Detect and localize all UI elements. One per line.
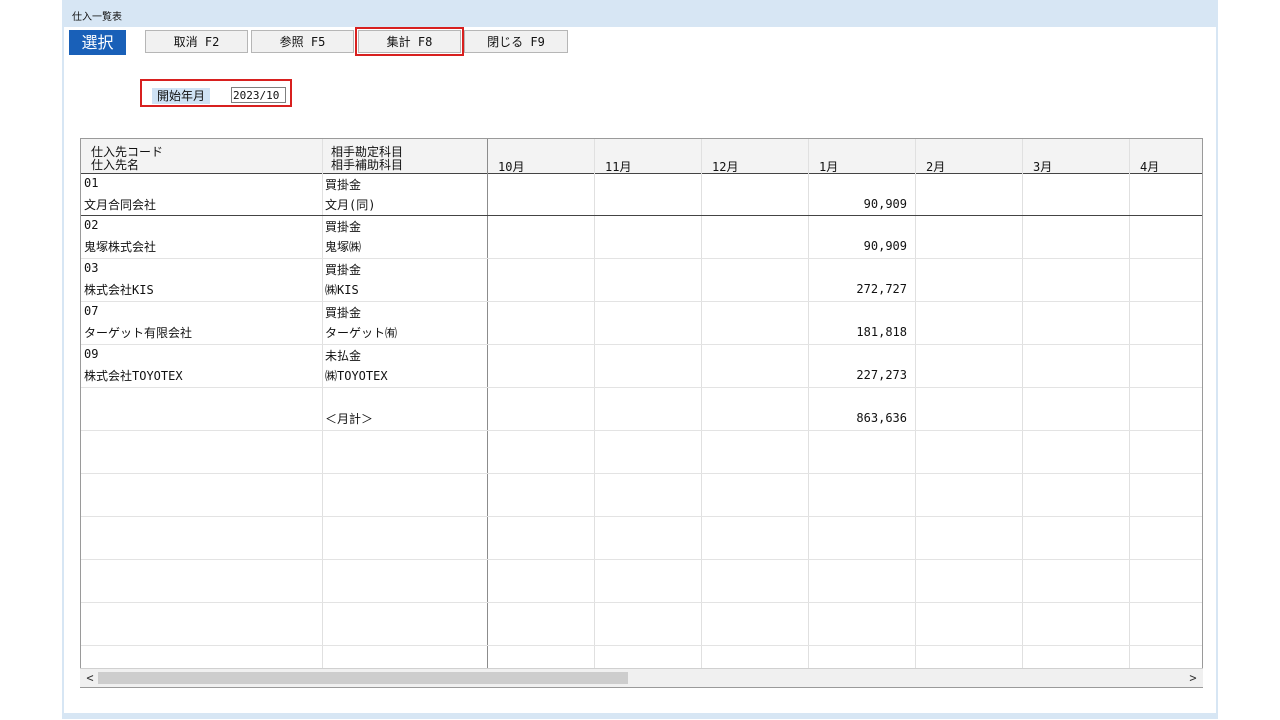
supplier-name: ターゲット有限会社 — [84, 326, 193, 340]
start-month-input[interactable]: 2023/10 — [231, 87, 286, 103]
table-header: 仕入先コード 仕入先名 相手勘定科目 相手補助科目 10月 11月 12月 1月… — [81, 139, 1202, 174]
sub-account-name: 鬼塚㈱ — [325, 240, 362, 254]
header-month-11: 11月 — [605, 160, 632, 174]
scrollbar-thumb[interactable] — [98, 672, 628, 684]
purchase-table: 仕入先コード 仕入先名 相手勘定科目 相手補助科目 10月 11月 12月 1月… — [80, 138, 1203, 688]
supplier-code: 03 — [84, 261, 99, 275]
cancel-button[interactable]: 取消 F2 — [145, 30, 248, 53]
month-amount: 90,909 — [863, 197, 907, 211]
account-name: 買掛金 — [325, 220, 362, 234]
table-row[interactable] — [81, 431, 1202, 474]
table-body: 01 文月合同会社 買掛金 文月(同) 90,909 02 鬼塚株式会社 買掛金 鬼塚㈱ 90,9… — [81, 174, 1202, 687]
table-row[interactable] — [81, 474, 1202, 517]
reference-button[interactable]: 参照 F5 — [251, 30, 354, 53]
chevron-right-icon[interactable]: > — [1185, 670, 1201, 686]
start-month-label: 開始年月 — [152, 88, 211, 104]
supplier-code: 01 — [84, 176, 99, 190]
table-row[interactable]: 07 ターゲット有限会社 買掛金ターゲット㈲ 181,818 — [81, 302, 1202, 345]
supplier-code: 09 — [84, 347, 99, 361]
table-row[interactable] — [81, 560, 1202, 603]
header-month-1: 1月 — [819, 160, 839, 174]
account-name: 買掛金 — [325, 178, 362, 192]
header-month-2: 2月 — [926, 160, 946, 174]
table-row[interactable]: ＜月計＞ 863,636 — [81, 388, 1202, 431]
close-button[interactable]: 閉じる F9 — [464, 30, 568, 53]
table-row[interactable] — [81, 517, 1202, 560]
select-button[interactable]: 選択 — [69, 30, 126, 55]
supplier-name: 文月合同会社 — [84, 198, 157, 212]
aggregate-button[interactable]: 集計 F8 — [355, 27, 464, 56]
month-amount: 272,727 — [856, 282, 907, 296]
header-month-10: 10月 — [498, 160, 525, 174]
window-client: 選択 取消 F2 参照 F5 集計 F8 閉じる F9 開始年月 2023/10… — [64, 27, 1216, 713]
header-supplier-name: 仕入先名 — [91, 158, 140, 172]
sub-account-name: ターゲット㈲ — [325, 326, 398, 340]
start-month-filter: 開始年月 2023/10 — [140, 79, 292, 107]
horizontal-scrollbar[interactable]: < > — [80, 668, 1203, 687]
header-sub-account: 相手補助科目 — [331, 158, 404, 172]
table-row[interactable]: 03 株式会社KIS 買掛金㈱KIS 272,727 — [81, 259, 1202, 302]
header-month-12: 12月 — [712, 160, 739, 174]
month-amount: 227,273 — [856, 368, 907, 382]
sub-account-name: ㈱TOYOTEX — [325, 369, 388, 383]
table-row[interactable] — [81, 603, 1202, 646]
sub-account-name: ＜月計＞ — [325, 412, 374, 426]
account-name: 未払金 — [325, 349, 362, 363]
account-name: 買掛金 — [325, 263, 362, 277]
header-month-3: 3月 — [1033, 160, 1053, 174]
chevron-left-icon[interactable]: < — [82, 670, 98, 686]
supplier-name: 株式会社KIS — [84, 283, 154, 297]
supplier-name: 株式会社TOYOTEX — [84, 369, 183, 383]
supplier-name: 鬼塚株式会社 — [84, 240, 157, 254]
sub-account-name: 文月(同) — [325, 198, 376, 212]
month-amount: 181,818 — [856, 325, 907, 339]
account-name: 買掛金 — [325, 306, 362, 320]
supplier-code: 07 — [84, 304, 99, 318]
app-window: 仕入一覧表 選択 取消 F2 参照 F5 集計 F8 閉じる F9 開始年月 2… — [62, 0, 1218, 719]
window-title: 仕入一覧表 — [72, 12, 122, 23]
supplier-code: 02 — [84, 218, 99, 232]
header-month-4: 4月 — [1140, 160, 1160, 174]
table-row[interactable]: 02 鬼塚株式会社 買掛金鬼塚㈱ 90,909 — [81, 216, 1202, 259]
month-amount: 863,636 — [856, 411, 907, 425]
table-row[interactable]: 01 文月合同会社 買掛金文月(同) 90,909 — [81, 174, 1202, 216]
sub-account-name: ㈱KIS — [325, 283, 359, 297]
month-amount: 90,909 — [863, 239, 907, 253]
table-row[interactable]: 09 株式会社TOYOTEX 未払金㈱TOYOTEX 227,273 — [81, 345, 1202, 388]
